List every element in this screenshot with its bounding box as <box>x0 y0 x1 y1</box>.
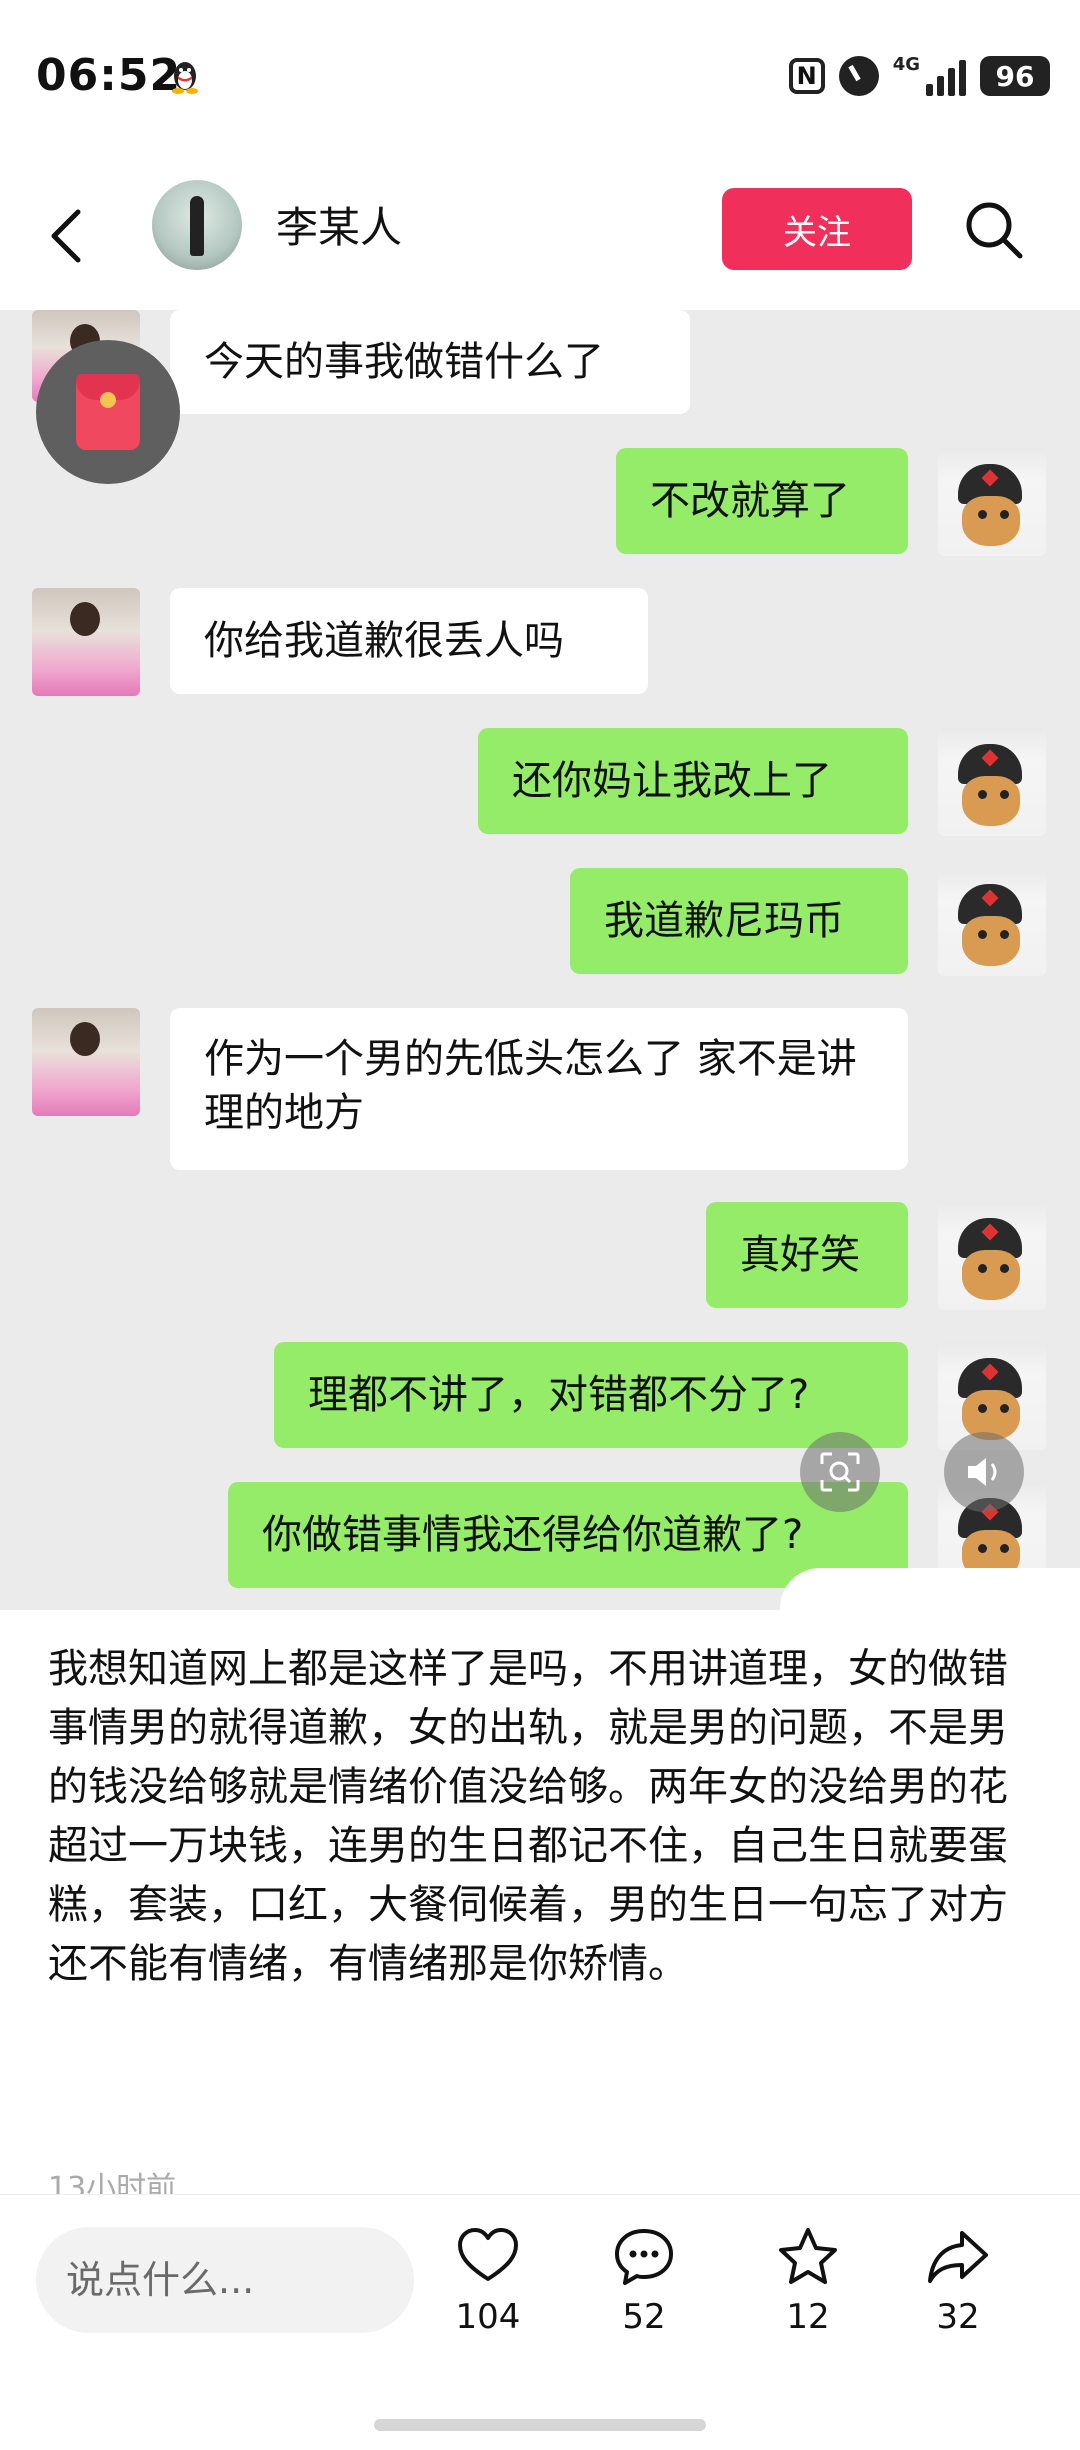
favorite-button[interactable]: 12 <box>748 2225 868 2337</box>
user-avatar[interactable] <box>152 180 242 270</box>
share-count: 32 <box>936 2297 980 2337</box>
chat-bubble-outgoing: 我道歉尼玛币 <box>570 868 908 974</box>
image-search-button[interactable] <box>800 1432 880 1512</box>
username[interactable]: 李某人 <box>276 194 402 255</box>
speaker-icon <box>968 1458 997 1486</box>
cat-avatar <box>938 1202 1046 1310</box>
nfc-icon: N <box>788 58 825 94</box>
star-icon <box>779 2228 837 2284</box>
contact-avatar <box>32 1008 140 1116</box>
follow-button[interactable]: 关注 <box>722 188 912 270</box>
red-packet-float-button[interactable] <box>36 340 180 484</box>
comment-input[interactable] <box>36 2227 414 2333</box>
chat-bubble-outgoing: 不改就算了 <box>616 448 908 554</box>
chat-bubble-outgoing: 还你妈让我改上了 <box>478 728 908 834</box>
chat-bubble-outgoing: 理都不讲了，对错都不分了? <box>274 1342 908 1448</box>
image-corner-tag <box>780 1568 1080 1610</box>
comment-count: 52 <box>622 2297 666 2337</box>
comment-button[interactable]: 52 <box>584 2225 704 2337</box>
chat-bubble-outgoing: 真好笑 <box>706 1202 908 1308</box>
cat-avatar <box>938 448 1046 556</box>
contact-avatar <box>32 588 140 696</box>
home-indicator[interactable] <box>374 2419 706 2431</box>
network-type-label: 4G <box>892 54 920 75</box>
status-time: 06:52 <box>36 50 182 101</box>
chat-bubble-incoming: 你给我道歉很丢人吗 <box>170 588 648 694</box>
battery-indicator: 96 <box>980 56 1050 96</box>
like-button[interactable]: 104 <box>428 2225 548 2337</box>
status-bar: 06:52 N 4G 96 <box>0 0 1080 160</box>
post-body-text: 我想知道网上都是这样了是吗，不用讲道理，女的做错事情男的就得道歉，女的出轨，就是… <box>48 1646 1008 1987</box>
favorite-count: 12 <box>786 2297 830 2337</box>
back-arrow-icon[interactable] <box>46 208 86 264</box>
share-button[interactable]: 32 <box>898 2225 1018 2337</box>
chat-screenshot-image[interactable]: 今天的事我做错什么了 不改就算了 你给我道歉很丢人吗 还你妈让我改上了 我道歉尼… <box>0 310 1080 1610</box>
scan-search-icon <box>820 1452 860 1492</box>
alarm-icon <box>838 56 879 96</box>
qq-penguin-icon <box>172 62 198 94</box>
bottom-action-bar: 104 52 12 32 <box>0 2194 1080 2450</box>
search-icon[interactable] <box>962 198 1026 262</box>
cat-avatar <box>938 868 1046 976</box>
chat-bubble-incoming: 今天的事我做错什么了 <box>170 310 690 414</box>
red-packet-icon <box>76 374 140 450</box>
post-header: 李某人 关注 <box>0 160 1080 310</box>
cat-avatar <box>938 728 1046 836</box>
sound-toggle-button[interactable] <box>944 1432 1024 1512</box>
heart-icon <box>458 2228 518 2281</box>
comment-bubble-icon <box>615 2229 673 2285</box>
chat-bubble-incoming: 作为一个男的先低头怎么了 家不是讲理的地方 <box>170 1008 908 1170</box>
share-arrow-icon <box>928 2231 988 2283</box>
like-count: 104 <box>455 2297 521 2337</box>
signal-icon: 4G <box>893 56 966 96</box>
